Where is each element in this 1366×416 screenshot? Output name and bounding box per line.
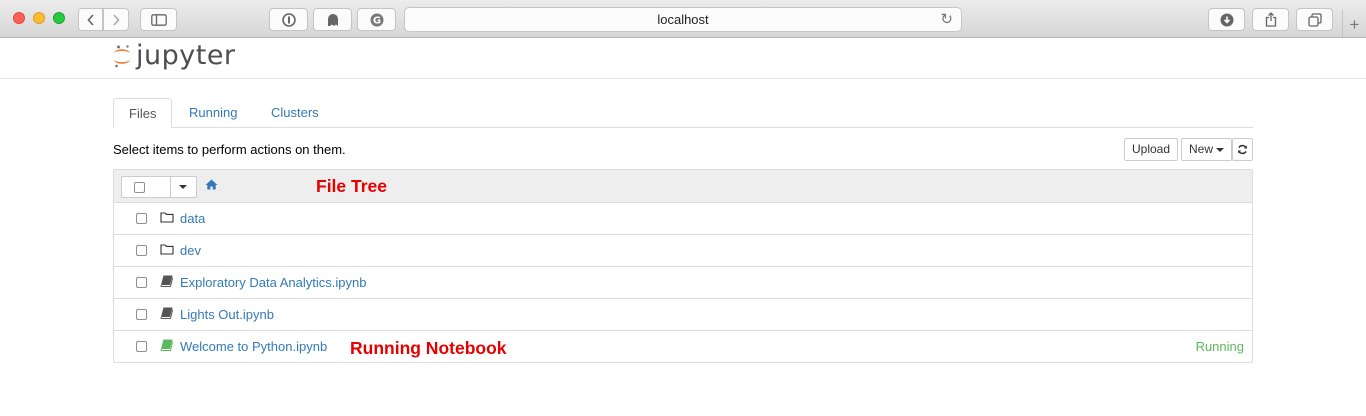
select-all-dropdown[interactable] [121,176,197,198]
chevron-right-icon [113,13,120,26]
upload-button-label: Upload [1132,142,1171,156]
tab-overview-button[interactable] [1296,8,1333,31]
home-icon[interactable] [205,179,218,190]
forward-button[interactable] [103,8,129,31]
reload-icon[interactable]: ↻ [940,8,953,31]
jupyter-logo-text: jupyter [136,40,236,71]
downloads-button[interactable] [1208,8,1245,31]
sidebar-toggle-button[interactable] [140,8,177,31]
file-tree: data dev Exploratory Data Analytics.ipyn… [113,169,1253,363]
svg-text:G: G [372,15,380,26]
tabs-icon [1307,12,1322,27]
item-name-link[interactable]: Lights Out.ipynb [180,299,274,331]
list-item[interactable]: Lights Out.ipynb [114,299,1252,331]
row-checkbox[interactable] [136,213,147,224]
item-name-link[interactable]: Welcome to Python.ipynb [180,331,327,363]
folder-icon [160,244,174,255]
grammarly-extension-button[interactable]: G [357,8,396,31]
selection-hint: Select items to perform actions on them. [113,142,346,157]
upload-button[interactable]: Upload [1124,138,1179,161]
item-name-link[interactable]: Exploratory Data Analytics.ipynb [180,267,366,299]
running-status: Running [1195,339,1244,354]
refresh-button[interactable] [1232,138,1253,161]
ghost-icon [327,13,338,26]
row-checkbox[interactable] [136,277,147,288]
jupyter-header: jupyter [0,38,1366,79]
tab-running[interactable]: Running [174,98,252,128]
url-text: localhost [657,12,709,27]
tab-files[interactable]: Files [113,98,173,129]
new-button-label: New [1189,142,1214,156]
new-tab-button[interactable]: + [1342,10,1366,38]
chevron-left-icon [86,13,94,26]
share-icon [1265,12,1276,27]
item-name-link[interactable]: dev [180,235,201,267]
list-item[interactable]: dev [114,235,1252,267]
folder-icon [160,212,174,223]
list-item[interactable]: Exploratory Data Analytics.ipynb [114,267,1252,299]
grammarly-icon: G [370,13,383,26]
running-notebook-icon [160,339,173,351]
download-icon [1220,13,1233,26]
sidebar-icon [150,13,167,26]
back-button[interactable] [78,8,103,31]
main-tabs: Files Running Clusters [113,98,1253,129]
row-checkbox[interactable] [136,245,147,256]
item-name-link[interactable]: data [180,203,205,235]
list-item[interactable]: Welcome to Python.ipynb Running [114,331,1252,363]
password-extension-button[interactable] [269,8,308,31]
select-all-checkbox[interactable] [134,182,145,193]
address-bar[interactable]: localhost ↻ [404,7,962,32]
list-item[interactable]: data [114,203,1252,235]
onepassword-icon [281,12,296,27]
browser-toolbar: G localhost ↻ + [0,0,1366,38]
tab-clusters[interactable]: Clusters [256,98,334,128]
close-window-button[interactable] [13,12,25,24]
notebook-icon [160,275,173,287]
share-button[interactable] [1252,8,1289,31]
divider [170,177,171,197]
row-checkbox[interactable] [136,309,147,320]
running-notebook-annotation: Running Notebook [350,338,507,358]
ghostery-extension-button[interactable] [313,8,352,31]
zoom-window-button[interactable] [53,12,65,24]
jupyter-logo[interactable]: jupyter [112,42,236,70]
new-dropdown-button[interactable]: New [1181,138,1233,161]
caret-down-icon [1216,147,1225,152]
plus-icon: + [1349,15,1360,34]
row-checkbox[interactable] [136,341,147,352]
jupyter-logo-icon [114,45,130,68]
notebook-icon [160,307,173,319]
file-tree-annotation: File Tree [316,176,388,196]
file-list-header [114,170,1252,203]
minimize-window-button[interactable] [33,12,45,24]
refresh-icon [1238,144,1247,155]
caret-down-icon[interactable] [179,185,187,189]
